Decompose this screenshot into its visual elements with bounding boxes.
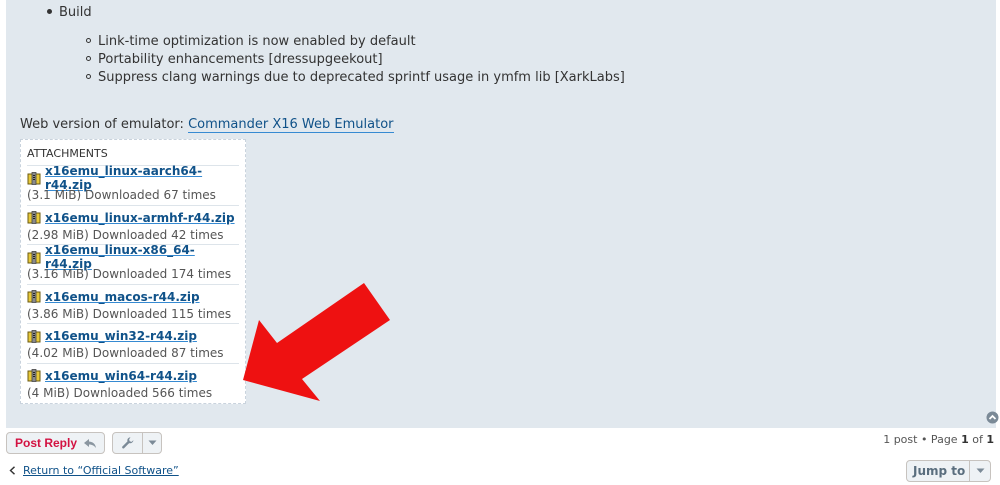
post-content-panel: Build Link-time optimization is now enab… <box>6 0 999 428</box>
pagination-info: 1 post • Page 1 of 1 <box>883 433 994 446</box>
tools-dropdown[interactable] <box>112 432 162 454</box>
attachment-meta: (2.98 MiB) Downloaded 42 times <box>27 227 224 242</box>
attachments-box: ATTACHMENTS x16emu_linux-aarch64-r44.zip… <box>20 139 246 404</box>
return-to-forum-link[interactable]: Return to “Official Software” <box>9 464 179 477</box>
attachment-item: x16emu_win64-r44.zip (4 MiB) Downloaded … <box>27 364 239 404</box>
zip-file-icon <box>27 250 41 264</box>
attachment-link[interactable]: x16emu_win64-r44.zip <box>45 369 197 383</box>
attachments-title: ATTACHMENTS <box>27 140 239 166</box>
attachment-item: x16emu_macos-r44.zip (3.86 MiB) Download… <box>27 285 239 325</box>
page-current: 1 <box>961 433 969 446</box>
chevron-left-icon <box>9 466 15 475</box>
list-item-text: Portability enhancements [dressupgeekout… <box>98 52 383 67</box>
build-bullet: Build <box>47 5 92 20</box>
web-emulator-label: Web version of emulator: <box>20 117 184 132</box>
reply-arrow-icon <box>84 438 97 448</box>
list-item-text: Suppress clang warnings due to deprecate… <box>98 70 625 85</box>
zip-file-icon <box>27 329 41 343</box>
list-item-text: Link-time optimization is now enabled by… <box>98 34 416 49</box>
zip-file-icon <box>27 211 41 224</box>
attachment-item: x16emu_linux-x86_64-r44.zip (3.16 MiB) D… <box>27 243 239 285</box>
post-reply-label: Post Reply <box>15 436 78 450</box>
bullet-dot <box>47 9 52 14</box>
zip-file-icon <box>27 369 41 383</box>
web-emulator-link[interactable]: Commander X16 Web Emulator <box>188 117 394 133</box>
return-link-label: Return to “Official Software” <box>23 464 179 477</box>
web-emulator-line: Web version of emulator: Commander X16 W… <box>20 117 394 133</box>
attachment-item: x16emu_linux-aarch64-r44.zip (3.1 MiB) D… <box>27 164 239 206</box>
build-sublist: Link-time optimization is now enabled by… <box>86 33 625 87</box>
attachment-meta: (4.02 MiB) Downloaded 87 times <box>27 346 224 361</box>
zip-file-icon <box>27 290 41 304</box>
back-to-top-icon[interactable] <box>986 411 999 424</box>
caret-down-icon[interactable] <box>143 440 161 446</box>
attachment-meta: (3.1 MiB) Downloaded 67 times <box>27 188 216 202</box>
red-arrow-annotation <box>243 283 390 401</box>
attachment-link[interactable]: x16emu_win32-r44.zip <box>45 329 197 343</box>
post-reply-button[interactable]: Post Reply <box>6 432 105 454</box>
page-total: 1 <box>986 433 994 446</box>
circle-bullet <box>86 38 91 43</box>
circle-bullet <box>86 74 91 79</box>
attachment-item: x16emu_win32-r44.zip (4.02 MiB) Download… <box>27 324 239 364</box>
attachment-meta: (3.16 MiB) Downloaded 174 times <box>27 267 232 282</box>
jump-to-label[interactable]: Jump to <box>907 461 970 481</box>
page-of: of <box>972 433 983 446</box>
attachment-link[interactable]: x16emu_macos-r44.zip <box>45 290 200 304</box>
list-item: Link-time optimization is now enabled by… <box>86 33 625 51</box>
pagination-prefix: 1 post • Page <box>883 433 958 446</box>
attachment-item: x16emu_linux-armhf-r44.zip (2.98 MiB) Do… <box>27 206 239 246</box>
build-heading: Build <box>59 5 92 20</box>
attachment-meta: (3.86 MiB) Downloaded 115 times <box>27 306 232 321</box>
zip-file-icon <box>27 171 41 185</box>
attachment-meta: (4 MiB) Downloaded 566 times <box>27 385 213 400</box>
jump-to-dropdown[interactable]: Jump to <box>906 460 991 482</box>
list-item: Portability enhancements [dressupgeekout… <box>86 51 625 69</box>
list-item: Suppress clang warnings due to deprecate… <box>86 69 625 87</box>
circle-bullet <box>86 56 91 61</box>
caret-down-icon[interactable] <box>970 468 990 474</box>
attachment-link[interactable]: x16emu_linux-armhf-r44.zip <box>45 211 235 225</box>
wrench-icon[interactable] <box>113 433 143 453</box>
